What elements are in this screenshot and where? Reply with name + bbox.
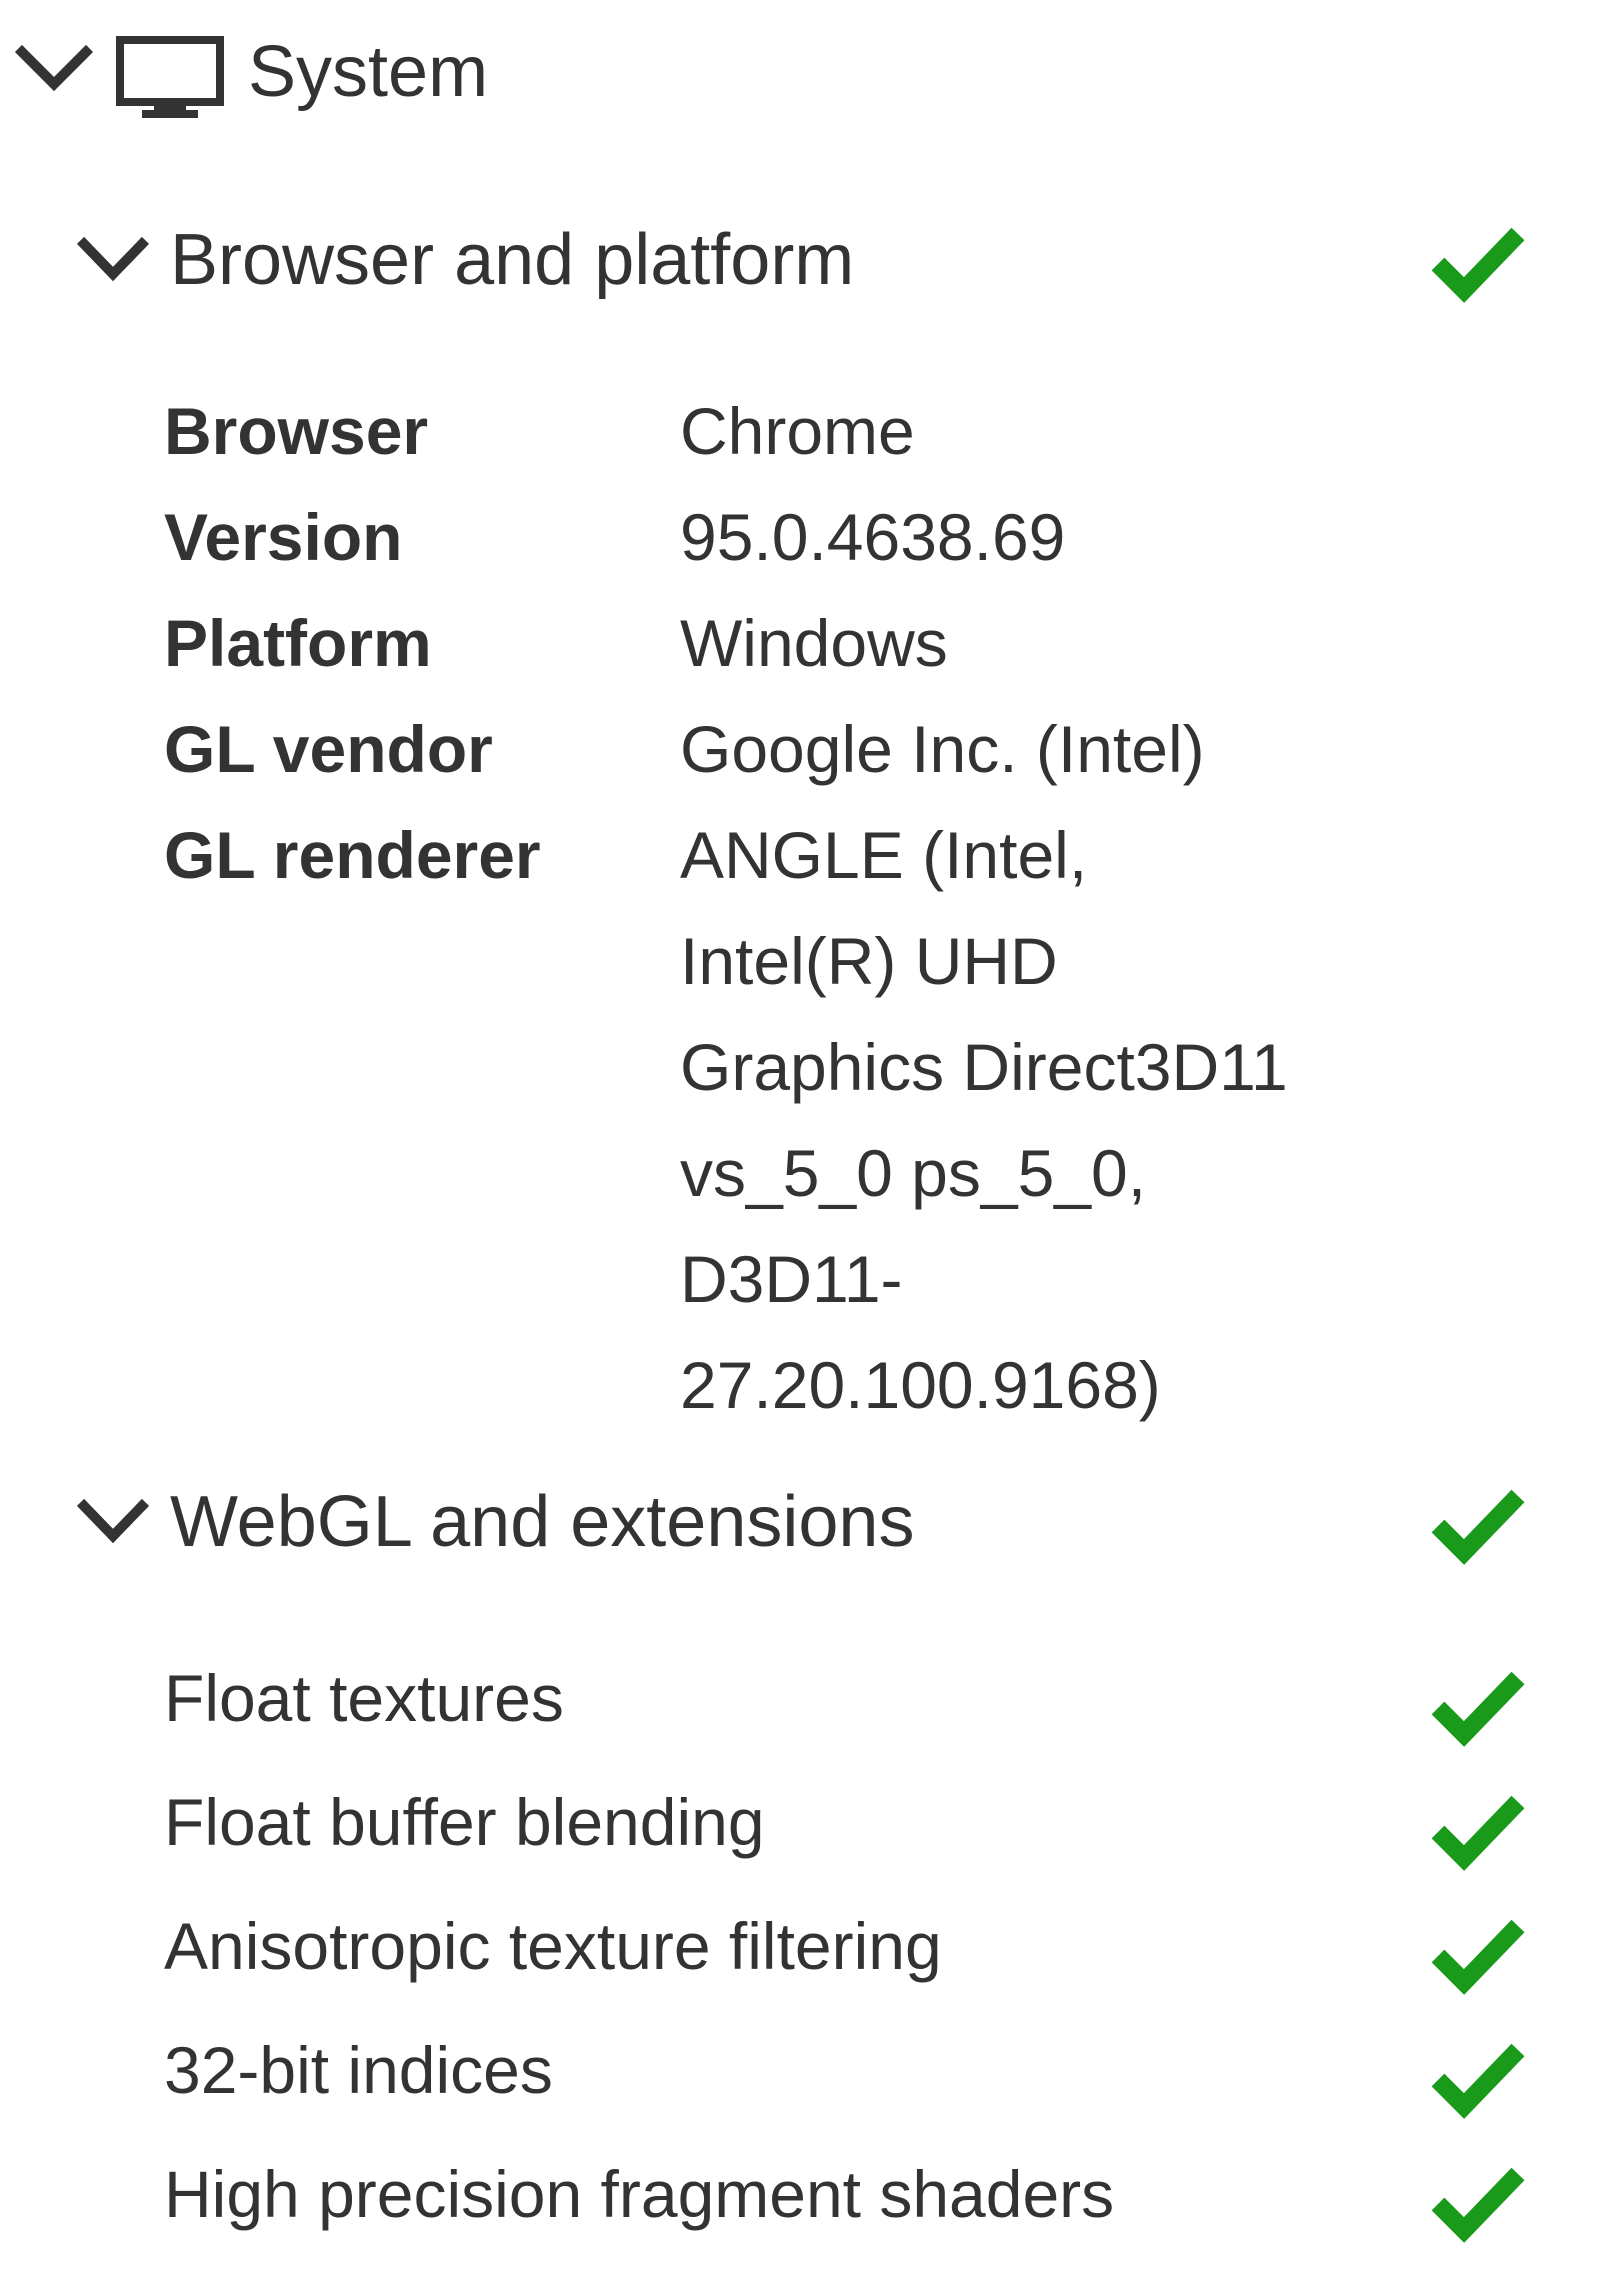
high-precision-shaders-check-icon [1428,2162,1528,2244]
gl-renderer-value-line: D3D11- [680,1242,903,1316]
system-collapse-chevron-icon[interactable] [14,40,94,100]
gl-renderer-key: GL renderer [164,818,541,892]
browser-value: Chrome [680,394,915,468]
gl-renderer-value-line: vs_5_0 ps_5_0, [680,1136,1147,1210]
browser-platform-title[interactable]: Browser and platform [170,210,854,310]
32bit-indices-check-icon [1428,2038,1528,2120]
monitor-icon [114,34,226,120]
version-key: Version [164,500,403,574]
platform-value: Windows [680,606,948,680]
float-buffer-blending-check-icon [1428,1790,1528,1872]
gl-vendor-value: Google Inc. (Intel) [680,712,1205,786]
feature-label-float-textures: Float textures [164,1661,564,1735]
webgl-title[interactable]: WebGL and extensions [170,1472,914,1572]
browser-platform-chevron-icon[interactable] [76,234,150,290]
feature-label-anisotropic-filtering: Anisotropic texture filtering [164,1909,942,1983]
gl-vendor-key: GL vendor [164,712,493,786]
browser-key: Browser [164,394,429,468]
gl-renderer-value-line: Intel(R) UHD [680,924,1058,998]
gl-renderer-value-line: ANGLE (Intel, [680,818,1088,892]
system-section-title[interactable]: System [248,22,488,122]
version-value: 95.0.4638.69 [680,500,1066,574]
feature-label-32bit-indices: 32-bit indices [164,2033,553,2107]
gl-renderer-value-line: Graphics Direct3D11 [680,1030,1288,1104]
feature-label-float-buffer-blending: Float buffer blending [164,1785,765,1859]
gl-renderer-value-line: 27.20.100.9168) [680,1348,1161,1422]
platform-key: Platform [164,606,432,680]
browser-platform-check-icon [1428,222,1528,304]
anisotropic-filtering-check-icon [1428,1914,1528,1996]
webgl-check-icon [1428,1484,1528,1566]
webgl-chevron-icon[interactable] [76,1496,150,1552]
feature-label-high-precision-shaders: High precision fragment shaders [164,2157,1115,2231]
float-textures-check-icon [1428,1666,1528,1748]
